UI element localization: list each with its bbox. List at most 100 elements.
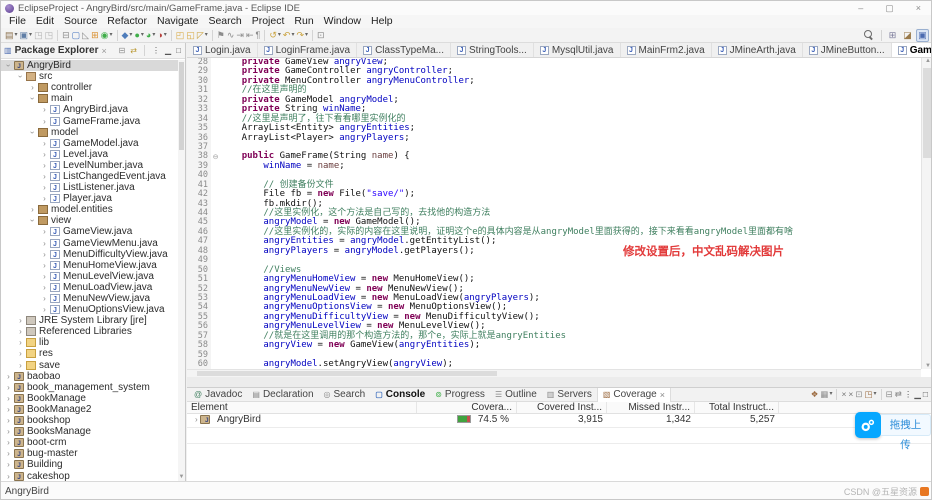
mark-occurrences-icon[interactable]: ∿ [226, 29, 236, 42]
expander-icon[interactable]: › [40, 283, 49, 292]
expander-icon[interactable]: › [28, 94, 37, 103]
minimize-icon[interactable]: – [858, 3, 863, 14]
close-icon[interactable]: × [660, 390, 665, 400]
scrollbar-thumb[interactable] [197, 371, 497, 376]
import-session-icon[interactable]: ⊡ [854, 388, 863, 401]
open-perspective-icon[interactable]: ⊞ [886, 29, 899, 42]
tree-item[interactable]: ›AngryBird [1, 60, 179, 71]
menu-item-search[interactable]: Search [203, 15, 246, 28]
column-header-covered[interactable]: Covered Inst... [517, 402, 607, 413]
tree-item[interactable]: ›Building [1, 459, 179, 470]
tree-item[interactable]: ›res [1, 348, 179, 359]
back-icon[interactable]: ↶▾ [282, 29, 296, 42]
tree-item[interactable]: ›AngryBird.java [1, 104, 179, 115]
tree-item[interactable]: ›ListChangedEvent.java [1, 171, 179, 182]
tree-item[interactable]: ›BookManage [1, 393, 179, 404]
expander-icon[interactable]: › [28, 128, 37, 137]
pin-editor-icon[interactable]: ¶ [254, 29, 261, 42]
remove-all-sessions-icon[interactable]: × [847, 388, 854, 401]
open-folder-icon[interactable]: ◰ [175, 29, 186, 42]
expander-icon[interactable]: › [16, 349, 25, 358]
dump-execution-icon[interactable]: ❖ [810, 388, 820, 401]
new-wizard-icon[interactable]: ▣▾ [19, 29, 34, 42]
bottom-tab-search[interactable]: ◎Search [319, 388, 371, 402]
netdisk-logo-icon[interactable] [855, 412, 881, 438]
tree-item[interactable]: ›MenuLevelView.java [1, 271, 179, 282]
expander-icon[interactable]: › [28, 83, 37, 92]
editor-vertical-scrollbar[interactable]: ▲ ▼ [921, 58, 932, 369]
editor-tab[interactable]: JJMineArth.java [712, 43, 803, 57]
upload-label[interactable]: 拖拽上传 [881, 414, 931, 436]
expander-icon[interactable]: › [40, 161, 49, 170]
expander-icon[interactable]: › [16, 72, 25, 81]
tree-item[interactable]: ›src [1, 71, 179, 82]
tree-item[interactable]: ›MenuDifficultyView.java [1, 249, 179, 260]
expander-icon[interactable]: › [4, 372, 13, 381]
column-header-missed[interactable]: Missed Instr... [607, 402, 695, 413]
tree-item[interactable]: ›baobao [1, 371, 179, 382]
editor-tab[interactable]: JGameFrame.java× [892, 43, 932, 57]
expander-icon[interactable]: › [16, 338, 25, 347]
scroll-up-icon[interactable]: ▲ [922, 58, 932, 64]
scroll-down-icon[interactable]: ▼ [922, 363, 932, 369]
tree-item[interactable]: ›save [1, 360, 179, 371]
expander-icon[interactable]: › [40, 261, 49, 270]
expander-icon[interactable]: › [40, 239, 49, 248]
horizontal-sash[interactable] [187, 377, 932, 387]
print-icon[interactable]: ⊟ [61, 29, 71, 42]
tree-item[interactable]: ›GameViewMenu.java [1, 238, 179, 249]
expander-icon[interactable]: › [40, 194, 49, 203]
remove-session-icon[interactable]: × [840, 388, 847, 401]
menu-item-file[interactable]: File [4, 15, 31, 28]
expander-icon[interactable]: › [40, 272, 49, 281]
table-row[interactable]: › AngryBird 74.5 % 3,915 1,342 5,257 [187, 414, 932, 425]
expander-icon[interactable]: › [4, 416, 13, 425]
run-icon[interactable]: ●▾ [133, 29, 144, 42]
tree-item[interactable]: ›Player.java [1, 193, 179, 204]
bottom-tab-console[interactable]: ▢Console [370, 388, 430, 402]
column-header-coverage[interactable]: Covera... [417, 402, 517, 413]
expander-icon[interactable]: › [16, 316, 25, 325]
scroll-down-icon[interactable]: ▼ [178, 474, 185, 480]
close-icon[interactable]: × [916, 3, 921, 14]
expander-icon[interactable]: › [4, 383, 13, 392]
tree-item[interactable]: ›MenuNewView.java [1, 293, 179, 304]
expander-icon[interactable]: › [4, 438, 13, 447]
menu-item-source[interactable]: Source [59, 15, 102, 28]
collapse-all-icon[interactable]: ⊟ [118, 44, 127, 57]
select-tool-icon[interactable]: ◺ [81, 29, 90, 42]
menu-item-window[interactable]: Window [319, 15, 366, 28]
forward-icon[interactable]: ↷▾ [295, 29, 309, 42]
menu-item-project[interactable]: Project [247, 15, 290, 28]
bottom-tab-coverage[interactable]: ▧Coverage× [597, 388, 671, 402]
expander-icon[interactable]: › [4, 61, 13, 70]
expander-icon[interactable]: › [4, 460, 13, 469]
maximize-view-icon[interactable]: □ [175, 44, 182, 57]
import-icon[interactable]: ◱ [185, 29, 196, 42]
tree-item[interactable]: ›model.entities [1, 204, 179, 215]
expander-icon[interactable]: › [28, 216, 37, 225]
minimize-view-icon[interactable]: ▁ [164, 44, 172, 57]
expander-icon[interactable]: › [40, 139, 49, 148]
coverage-icon[interactable]: ◕▾ [145, 29, 156, 42]
tree-item[interactable]: ›MenuLoadView.java [1, 282, 179, 293]
menu-item-navigate[interactable]: Navigate [152, 15, 203, 28]
open-editor-icon[interactable]: ⊡ [316, 29, 326, 42]
editor-tab[interactable]: JLogin.java [187, 43, 258, 57]
minimize-view-icon[interactable]: ▁ [913, 388, 922, 401]
tree-item[interactable]: ›MenuOptionsView.java [1, 304, 179, 315]
tree-item[interactable]: ›GameModel.java [1, 138, 179, 149]
bottom-tab-javadoc[interactable]: @Javadoc [189, 388, 247, 402]
perspective-resource-icon[interactable]: ◪ [901, 29, 914, 42]
expander-icon[interactable]: › [4, 394, 13, 403]
export-session-icon[interactable]: ◳▾ [864, 388, 878, 401]
fold-marker-icon[interactable]: ⊖ [211, 153, 220, 161]
tree-item[interactable]: ›model [1, 127, 179, 138]
tree-item[interactable]: ›view [1, 215, 179, 226]
expander-icon[interactable]: › [4, 449, 13, 458]
close-icon[interactable]: × [102, 46, 107, 56]
editor-tab[interactable]: JClassTypeMa... [357, 43, 451, 57]
expander-icon[interactable]: › [16, 327, 25, 336]
tree-item[interactable]: ›GameView.java [1, 226, 179, 237]
netdisk-upload-widget[interactable]: 拖拽上传 [855, 412, 931, 438]
